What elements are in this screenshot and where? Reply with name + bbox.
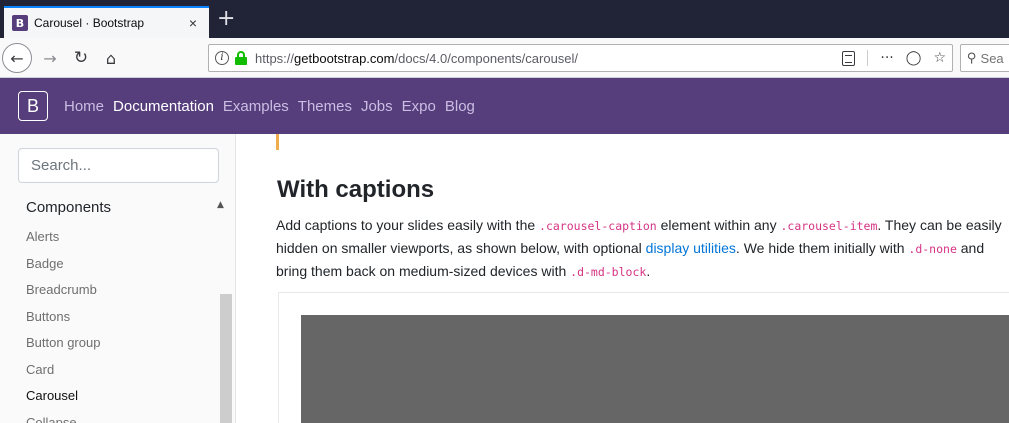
code-d-none: .d-none bbox=[908, 242, 957, 256]
display-utilities-link[interactable]: display utilities bbox=[646, 240, 736, 256]
bookmark-star-icon[interactable]: ☆ bbox=[933, 50, 946, 66]
bootstrap-favicon-icon: B bbox=[12, 15, 28, 31]
nav-link-examples[interactable]: Examples bbox=[223, 98, 289, 115]
tab-title: Carousel · Bootstrap bbox=[34, 16, 145, 30]
nav-link-documentation[interactable]: Documentation bbox=[113, 98, 214, 115]
more-actions-icon[interactable]: ··· bbox=[880, 50, 893, 66]
code-d-md-block: .d-md-block bbox=[570, 265, 647, 279]
site-navbar: B Home Documentation Examples Themes Job… bbox=[0, 78, 1009, 134]
divider bbox=[867, 50, 869, 66]
docs-search-input[interactable]: Search... bbox=[18, 148, 219, 183]
section-description: Add captions to your slides easily with … bbox=[276, 217, 1002, 279]
nav-link-home[interactable]: Home bbox=[64, 98, 104, 115]
sidebar-item-collapse[interactable]: Collapse bbox=[0, 410, 220, 423]
address-bar[interactable]: i https://getbootstrap.com/docs/4.0/comp… bbox=[208, 44, 953, 72]
sidebar-group-components[interactable]: Components bbox=[0, 196, 220, 224]
sidebar-nav: Components Alerts Badge Breadcrumb Butto… bbox=[0, 196, 220, 423]
browser-search-input[interactable]: ⚲ Sea bbox=[960, 44, 1009, 72]
reload-icon[interactable]: ↻ bbox=[70, 44, 92, 72]
sidebar-item-button-group[interactable]: Button group bbox=[0, 330, 220, 357]
close-tab-icon[interactable]: × bbox=[185, 15, 201, 31]
nav-link-themes[interactable]: Themes bbox=[298, 98, 352, 115]
browser-tab[interactable]: B Carousel · Bootstrap × bbox=[4, 6, 209, 38]
reader-view-icon[interactable] bbox=[842, 50, 856, 66]
sidebar-item-badge[interactable]: Badge bbox=[0, 251, 220, 278]
code-carousel-item: .carousel-item bbox=[780, 219, 878, 233]
callout-border bbox=[276, 134, 279, 150]
search-icon: ⚲ bbox=[967, 50, 977, 66]
sidebar-item-card[interactable]: Card bbox=[0, 357, 220, 384]
docs-sidebar: Search... Components Alerts Badge Breadc… bbox=[0, 134, 236, 423]
nav-link-jobs[interactable]: Jobs bbox=[361, 98, 393, 115]
url-text[interactable]: https://getbootstrap.com/docs/4.0/compon… bbox=[255, 51, 578, 66]
pocket-icon[interactable]: ◯ bbox=[906, 50, 922, 66]
sidebar-item-breadcrumb[interactable]: Breadcrumb bbox=[0, 277, 220, 304]
site-info-icon[interactable]: i bbox=[215, 51, 229, 65]
site-nav-links: Home Documentation Examples Themes Jobs … bbox=[64, 98, 475, 115]
carousel-slide[interactable] bbox=[301, 315, 1009, 423]
lock-icon[interactable] bbox=[235, 51, 247, 65]
back-arrow-icon[interactable]: ← bbox=[2, 43, 32, 73]
main-content: With captions Add captions to your slide… bbox=[236, 134, 1009, 423]
sidebar-item-carousel[interactable]: Carousel bbox=[0, 383, 220, 410]
new-tab-icon[interactable]: + bbox=[217, 8, 235, 30]
scroll-up-arrow-icon[interactable]: ▲ bbox=[217, 200, 224, 210]
bootstrap-logo-icon[interactable]: B bbox=[18, 91, 48, 121]
nav-link-expo[interactable]: Expo bbox=[402, 98, 436, 115]
browser-search-placeholder: Sea bbox=[980, 50, 1004, 66]
forward-arrow-icon[interactable]: → bbox=[40, 44, 60, 72]
sidebar-item-alerts[interactable]: Alerts bbox=[0, 224, 220, 251]
code-carousel-caption: .carousel-caption bbox=[539, 219, 657, 233]
sidebar-item-buttons[interactable]: Buttons bbox=[0, 304, 220, 331]
sidebar-scrollbar[interactable] bbox=[220, 294, 232, 423]
browser-toolbar: ← → ↻ ⌂ i https://getbootstrap.com/docs/… bbox=[0, 38, 1009, 78]
url-actions: ··· ◯ ☆ bbox=[842, 45, 946, 71]
nav-link-blog[interactable]: Blog bbox=[445, 98, 475, 115]
browser-tab-strip: B Carousel · Bootstrap × + bbox=[0, 0, 1009, 38]
home-icon[interactable]: ⌂ bbox=[100, 44, 122, 72]
section-heading: With captions bbox=[277, 176, 435, 203]
